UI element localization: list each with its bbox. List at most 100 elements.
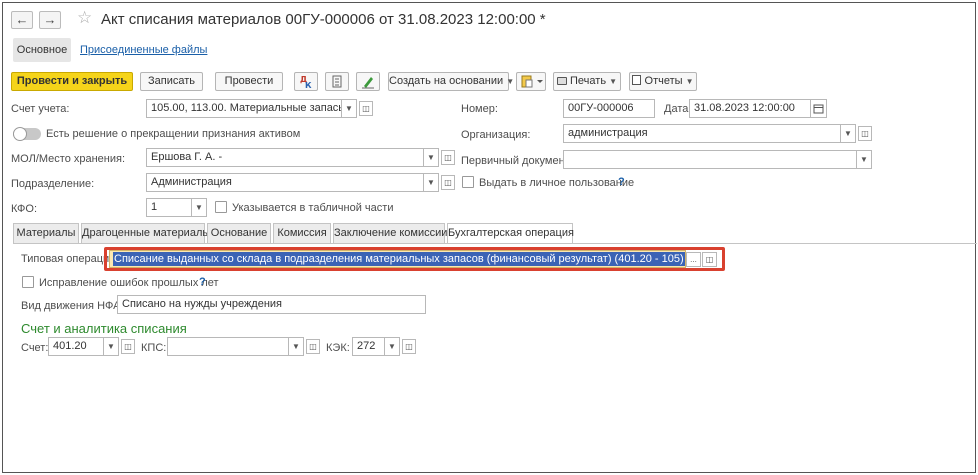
- forward-button[interactable]: →: [39, 11, 61, 29]
- open-icon: ◫: [444, 178, 452, 187]
- chevron-down-icon: ▼: [609, 77, 618, 86]
- tab-commission-conclusion[interactable]: Заключение комиссии: [333, 223, 447, 243]
- reports-button[interactable]: Отчеты ▼: [629, 72, 697, 91]
- date-field[interactable]: 31.08.2023 12:00:00: [689, 99, 811, 118]
- in-table-label: Указывается в табличной части: [232, 202, 394, 214]
- ellipsis-icon: ...: [690, 255, 697, 264]
- primary-doc-label: Первичный документ:: [461, 155, 573, 167]
- typical-operation-field[interactable]: Списание выданных со склада в подразделе…: [109, 250, 686, 268]
- typical-operation-value: Списание выданных со склада в подразделе…: [113, 252, 685, 266]
- mol-open-button[interactable]: ◫: [441, 150, 455, 165]
- help-icon[interactable]: ?: [199, 276, 206, 288]
- post-and-close-button[interactable]: Провести и закрыть: [11, 72, 133, 91]
- organization-label: Организация:: [461, 129, 531, 141]
- kek-label: КЭК:: [326, 342, 350, 354]
- kps-dropdown-button[interactable]: ▼: [288, 337, 304, 356]
- page-title: Акт списания материалов 00ГУ-000006 от 3…: [101, 11, 546, 28]
- debit-account-open-button[interactable]: ◫: [121, 339, 135, 354]
- reports-label: Отчеты: [644, 75, 683, 87]
- nfa-movement-label: Вид движения НФА:: [21, 300, 124, 312]
- kfo-dropdown-button[interactable]: ▼: [191, 198, 207, 217]
- department-field[interactable]: Администрация: [146, 173, 424, 192]
- tab-basis[interactable]: Основание: [207, 223, 271, 243]
- chevron-down-icon: ▼: [292, 342, 300, 351]
- mol-dropdown-button[interactable]: ▼: [423, 148, 439, 167]
- tab-precious-materials[interactable]: Драгоценные материалы: [81, 223, 210, 243]
- tab-main[interactable]: Основное: [13, 38, 71, 62]
- chevron-down-icon: ▼: [345, 104, 353, 113]
- account-dropdown-button[interactable]: ▼: [341, 99, 357, 118]
- dt-kt-icon: ДК: [300, 75, 312, 90]
- mol-field[interactable]: Ершова Г. А. -: [146, 148, 424, 167]
- journal-button[interactable]: [325, 72, 349, 91]
- organization-open-button[interactable]: ◫: [858, 126, 872, 141]
- department-dropdown-button[interactable]: ▼: [423, 173, 439, 192]
- primary-doc-dropdown-button[interactable]: ▼: [856, 150, 872, 169]
- create-based-on-button[interactable]: Создать на основании ▼: [388, 72, 514, 91]
- tab-attached-files[interactable]: Присоединенные файлы: [80, 44, 207, 56]
- derecognition-toggle[interactable]: [13, 127, 41, 141]
- nfa-movement-field[interactable]: Списано на нужды учреждения: [117, 295, 426, 314]
- personal-use-checkbox[interactable]: [462, 176, 474, 188]
- typical-operation-select-button[interactable]: ...: [686, 252, 701, 267]
- number-field[interactable]: 00ГУ-000006: [563, 99, 655, 118]
- kek-dropdown-button[interactable]: ▼: [384, 337, 400, 356]
- kek-field[interactable]: 272: [352, 337, 385, 356]
- chevron-down-icon: ▼: [844, 129, 852, 138]
- arrow-left-icon: ←: [15, 12, 29, 27]
- account-field[interactable]: 105.00, 113.00. Материальные запасы, Би: [146, 99, 342, 118]
- open-icon: ◫: [362, 104, 370, 113]
- open-icon: ◫: [309, 342, 317, 351]
- create-based-on-label: Создать на основании: [389, 75, 504, 87]
- chevron-down-icon: ▼: [685, 77, 694, 86]
- open-icon: ◫: [124, 342, 132, 351]
- past-errors-label: Исправление ошибок прошлых лет: [39, 277, 219, 289]
- mol-label: МОЛ/Место хранения:: [11, 153, 126, 165]
- in-table-checkbox[interactable]: [215, 201, 227, 213]
- star-icon[interactable]: ☆: [77, 8, 92, 28]
- typical-operation-open-button[interactable]: ◫: [702, 252, 717, 267]
- debit-account-field[interactable]: 401.20: [48, 337, 104, 356]
- debit-account-dropdown-button[interactable]: ▼: [103, 337, 119, 356]
- pen-icon: [362, 77, 374, 89]
- debit-account-label: Счет:: [21, 342, 49, 354]
- tab-accounting-operation[interactable]: Бухгалтерская операция: [447, 223, 574, 244]
- back-button[interactable]: ←: [11, 11, 33, 29]
- kps-field[interactable]: [167, 337, 289, 356]
- kfo-label: КФО:: [11, 203, 38, 215]
- toggle-knob: [13, 127, 27, 141]
- attach-button[interactable]: [516, 72, 546, 91]
- kfo-field[interactable]: 1: [146, 198, 192, 217]
- open-icon: ◫: [705, 255, 714, 264]
- kps-open-button[interactable]: ◫: [306, 339, 320, 354]
- chevron-down-icon: ▼: [506, 77, 515, 86]
- primary-doc-field[interactable]: [563, 150, 857, 169]
- tab-materials[interactable]: Материалы: [13, 223, 79, 243]
- chevron-down-icon: ▼: [427, 178, 435, 187]
- print-button[interactable]: Печать ▼: [553, 72, 621, 91]
- sign-button[interactable]: [356, 72, 380, 91]
- tab-divider: [13, 243, 977, 244]
- past-errors-checkbox[interactable]: [22, 276, 34, 288]
- chevron-down-icon: ▼: [195, 203, 203, 212]
- printer-icon: [556, 77, 567, 85]
- dt-kt-button[interactable]: ДК: [294, 72, 318, 91]
- post-button[interactable]: Провести: [215, 72, 283, 91]
- date-label: Дата:: [664, 103, 692, 115]
- open-icon: ◫: [405, 342, 413, 351]
- help-icon[interactable]: ?: [618, 176, 625, 188]
- department-open-button[interactable]: ◫: [441, 175, 455, 190]
- tab-commission[interactable]: Комиссия: [273, 223, 331, 243]
- organization-dropdown-button[interactable]: ▼: [840, 124, 856, 143]
- derecognition-label: Есть решение о прекращении признания акт…: [46, 128, 301, 140]
- account-open-button[interactable]: ◫: [359, 101, 373, 116]
- date-picker-button[interactable]: [810, 99, 827, 118]
- open-icon: ◫: [444, 153, 452, 162]
- number-label: Номер:: [461, 103, 498, 115]
- save-button[interactable]: Записать: [140, 72, 203, 91]
- chevron-down-icon: ▼: [427, 153, 435, 162]
- account-label: Счет учета:: [11, 103, 70, 115]
- section-title: Счет и аналитика списания: [21, 321, 187, 336]
- organization-field[interactable]: администрация: [563, 124, 841, 143]
- kek-open-button[interactable]: ◫: [402, 339, 416, 354]
